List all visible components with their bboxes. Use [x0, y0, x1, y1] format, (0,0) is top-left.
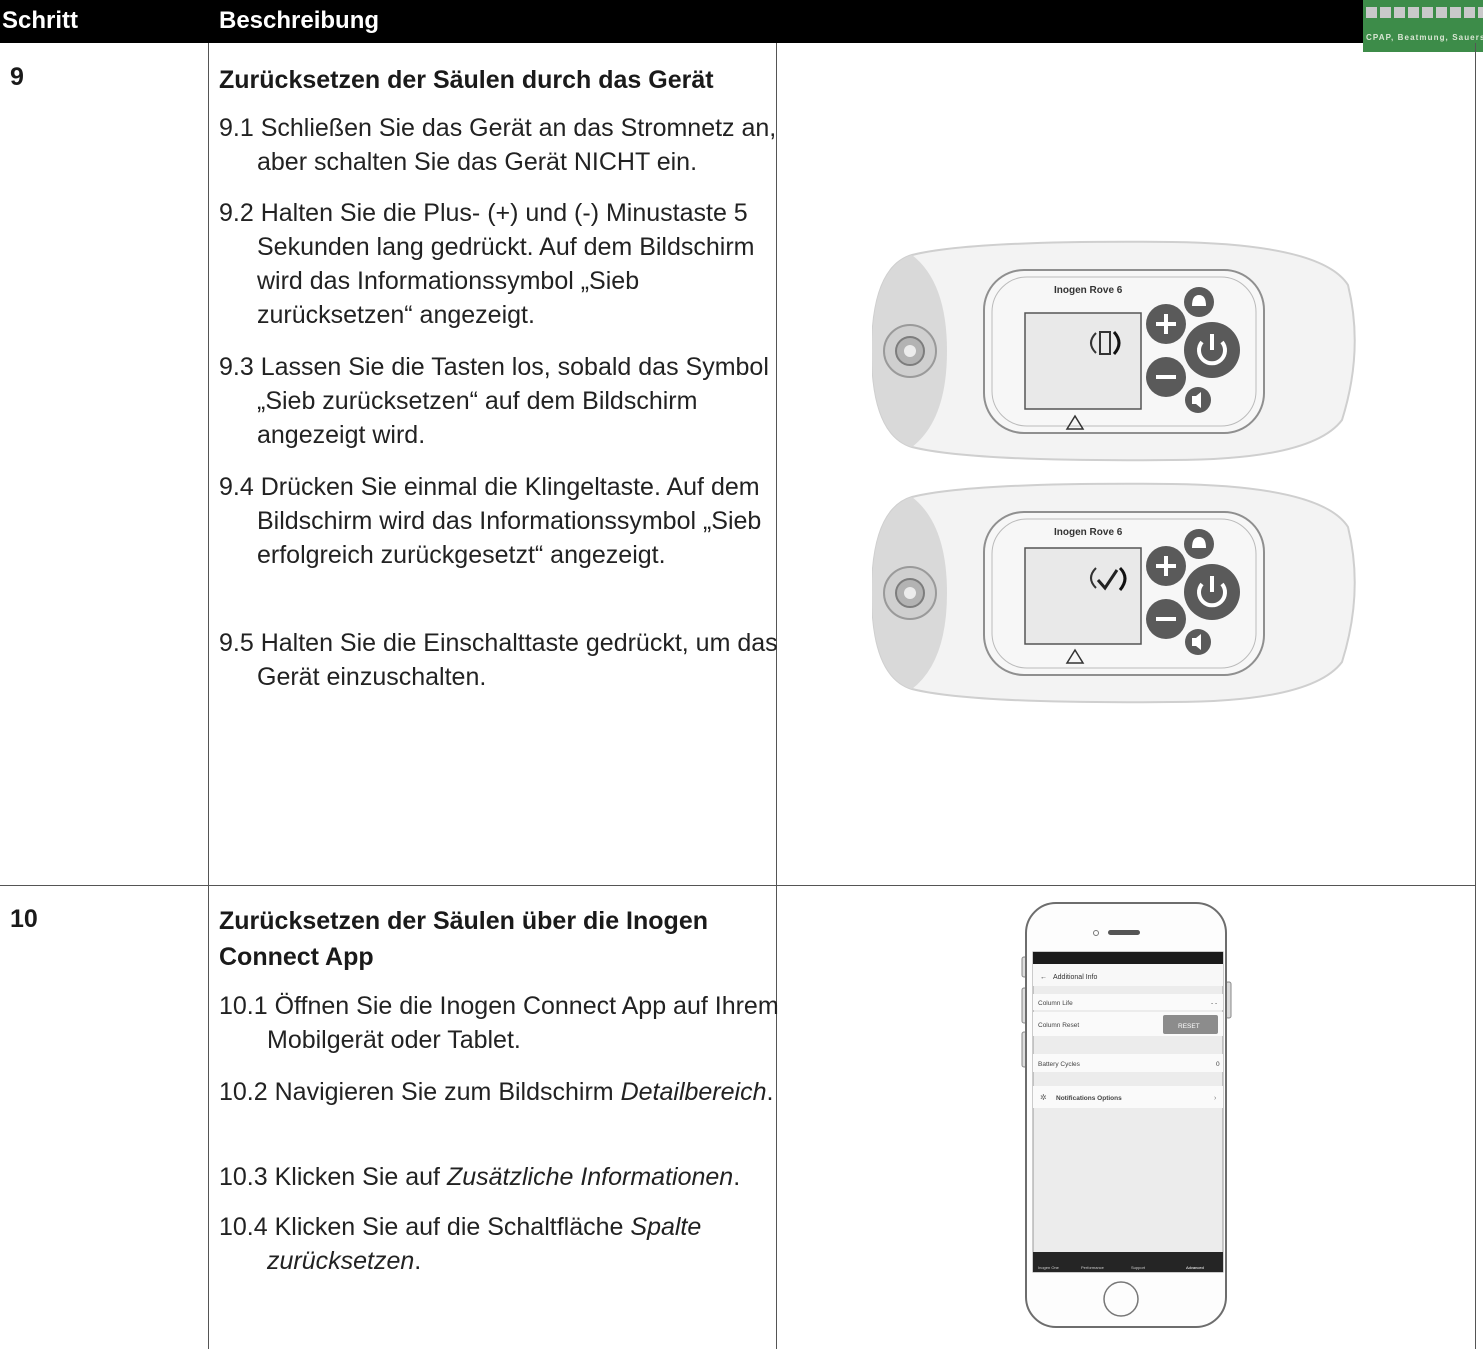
step-number-10: 10 — [10, 905, 38, 933]
header-step: Schritt — [2, 7, 79, 34]
step-9-5: 9.5 Halten Sie die Einschalttaste gedrüc… — [219, 629, 778, 691]
row-divider — [0, 885, 1476, 886]
svg-text:Performance: Performance — [1081, 1265, 1105, 1270]
svg-text:Battery Cycles: Battery Cycles — [1038, 1061, 1081, 1068]
phone-app-image: ← Additional Info Column Life - - Column… — [1021, 902, 1232, 1328]
svg-text:Notifications Options: Notifications Options — [1056, 1095, 1122, 1102]
logo-tagline: CPAP, Beatmung, Sauerstoff, Zu — [1366, 33, 1483, 42]
header-description: Beschreibung — [219, 7, 380, 34]
svg-text:Advanced: Advanced — [1186, 1265, 1204, 1270]
svg-text:- -: - - — [1211, 1000, 1217, 1007]
svg-text:Support: Support — [1131, 1265, 1146, 1270]
step-number-9: 9 — [10, 63, 24, 91]
step-9-1: 9.1 Schließen Sie das Gerät an das Strom… — [219, 114, 777, 176]
svg-text:RESET: RESET — [1178, 1023, 1200, 1030]
svg-text:←: ← — [1040, 974, 1047, 981]
device-label: Inogen Rove 6 — [1054, 527, 1123, 538]
step-9-3: 9.3 Lassen Sie die Tasten los, sobald da… — [219, 353, 769, 449]
table-header: Schritt Beschreibung — [0, 0, 1483, 43]
svg-text:✲: ✲ — [1040, 1093, 1047, 1102]
step-10-3: 10.3 Klicken Sie auf Zusätzliche Informa… — [219, 1163, 741, 1191]
svg-text:Column Life: Column Life — [1038, 1000, 1073, 1007]
step-10-title: Zurücksetzen der Säulen über die Inogen … — [219, 907, 708, 971]
table-right-border — [1475, 43, 1476, 1349]
step-9-title: Zurücksetzen der Säulen durch das Gerät — [219, 66, 714, 94]
step-10-4: 10.4 Klicken Sie auf die Schaltfläche Sp… — [219, 1213, 702, 1275]
step-9-4: 9.4 Drücken Sie einmal die Klingeltaste.… — [219, 473, 762, 569]
watermark-logo: CPAP, Beatmung, Sauerstoff, Zu — [1363, 0, 1483, 52]
step-10-2: 10.2 Navigieren Sie zum Bildschirm Detai… — [219, 1078, 774, 1106]
device-sieve-reset-success-image: Inogen Rove 6 — [872, 482, 1356, 704]
svg-text:Column Reset: Column Reset — [1038, 1022, 1079, 1029]
svg-text:Inogen One: Inogen One — [1038, 1265, 1060, 1270]
step-10-1: 10.1 Öffnen Sie die Inogen Connect App a… — [219, 992, 779, 1054]
device-label: Inogen Rove 6 — [1054, 285, 1123, 296]
app-screen-title: Additional Info — [1053, 974, 1097, 981]
manual-page: Schritt Beschreibung CPAP, Beatmung, Sau… — [0, 0, 1483, 1349]
column-divider-1 — [208, 43, 209, 1349]
svg-text:0: 0 — [1216, 1061, 1220, 1068]
step-9-2: 9.2 Halten Sie die Plus- (+) und (-) Min… — [219, 199, 755, 329]
device-sieve-reset-image: Inogen Rove 6 — [872, 240, 1356, 462]
